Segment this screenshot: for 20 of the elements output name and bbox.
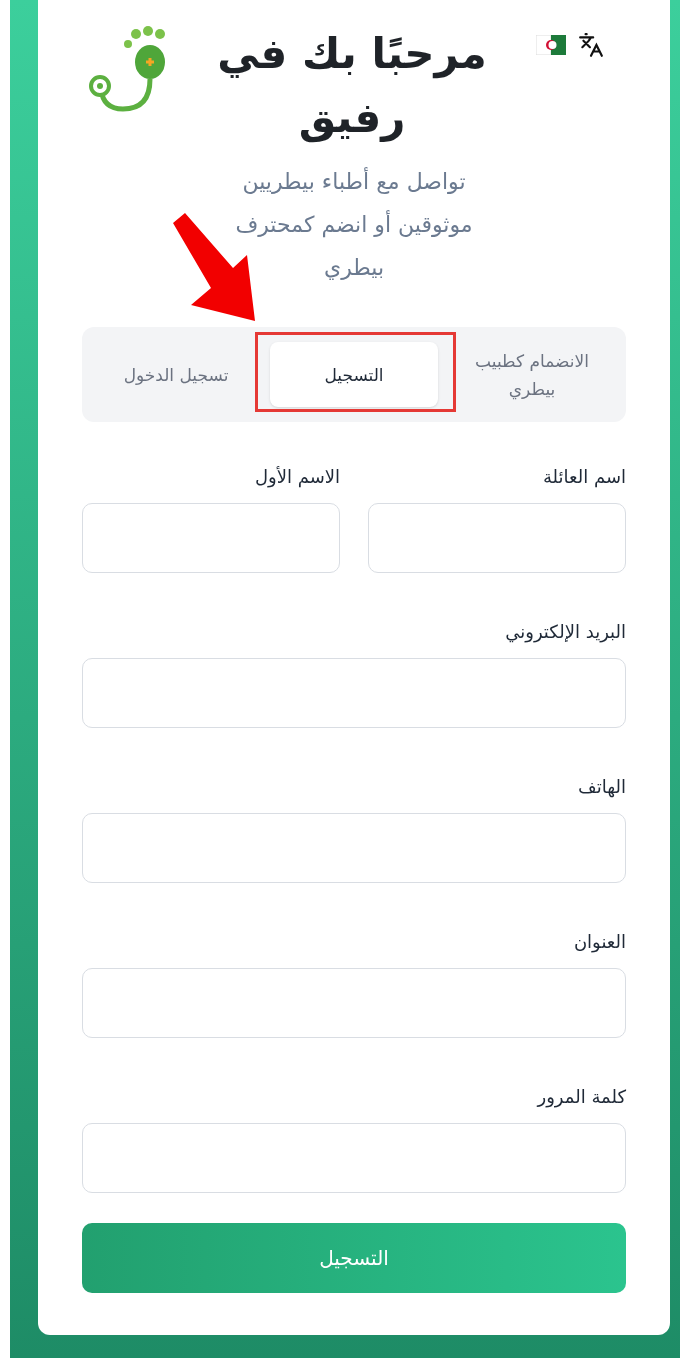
field-label: كلمة المرور	[537, 1085, 626, 1110]
field-label: البريد الإلكتروني	[505, 620, 626, 645]
page-title: مرحبًا بك في رفيق	[216, 28, 488, 145]
algeria-flag-icon[interactable]	[536, 35, 566, 55]
input-field[interactable]	[82, 968, 626, 1038]
field-label: اسم العائلة	[542, 465, 626, 490]
field-label: العنوان	[573, 930, 626, 955]
input-field[interactable]	[82, 1123, 626, 1193]
input-field[interactable]	[368, 503, 626, 573]
tab[interactable]: الانضمام كطبيب بيطري	[448, 342, 616, 407]
field-label: الهاتف	[578, 775, 626, 800]
register-button[interactable]: التسجيل	[82, 1223, 626, 1293]
input-field[interactable]	[82, 658, 626, 728]
tab[interactable]: تسجيل الدخول	[92, 342, 260, 407]
input-field[interactable]	[82, 813, 626, 883]
tab[interactable]: التسجيل	[270, 342, 438, 407]
field-label: الاسم الأول	[254, 465, 340, 490]
subtitle: تواصل مع أطباء بيطريين موثوقين أو انضم كمحترف بيطري	[234, 166, 474, 282]
translate-icon[interactable]	[578, 32, 604, 58]
input-field[interactable]	[82, 503, 340, 573]
